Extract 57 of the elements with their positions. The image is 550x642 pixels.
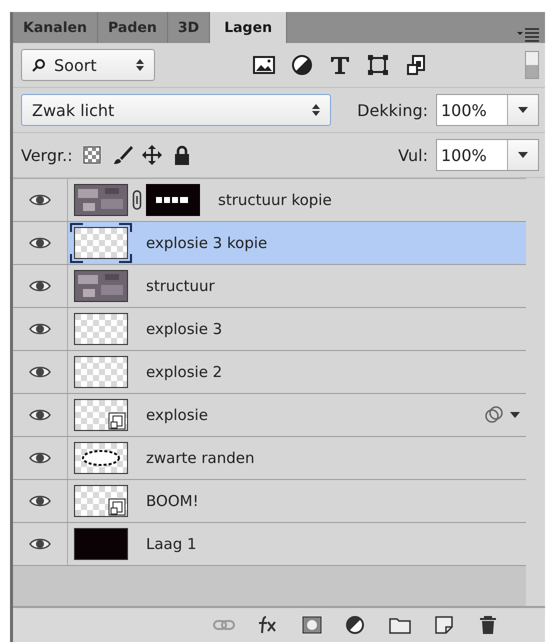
checker-icon[interactable] <box>80 144 103 166</box>
eye-icon[interactable] <box>29 408 51 422</box>
layer-name: BOOM! <box>146 492 199 510</box>
layer-row[interactable]: structuur kopie <box>13 179 526 222</box>
updown-arrows-icon <box>312 104 320 116</box>
blend-mode-dropdown[interactable]: Zwak licht <box>21 94 331 126</box>
eye-icon[interactable] <box>29 494 51 508</box>
opacity-label: Dekking: <box>357 100 428 120</box>
caret-icon <box>510 412 520 418</box>
eye-icon[interactable] <box>29 236 51 250</box>
filter-dropdown[interactable]: Soort <box>21 49 155 81</box>
filter-toggle[interactable] <box>525 51 539 79</box>
updown-arrows-icon <box>136 59 144 71</box>
move-icon[interactable] <box>140 144 163 166</box>
eye-icon[interactable] <box>29 322 51 336</box>
panel-tab[interactable]: Lagen <box>210 12 288 43</box>
eye-icon[interactable] <box>29 537 51 551</box>
fill-field[interactable]: 100% <box>436 139 539 171</box>
lock-label: Vergr.: <box>21 146 73 164</box>
layer-name: explosie 3 <box>146 320 222 338</box>
layer-name: explosie <box>146 406 208 424</box>
layer-row[interactable]: explosie 3 kopie <box>13 222 526 265</box>
image-icon[interactable] <box>253 54 275 76</box>
half-circle-icon[interactable] <box>345 615 367 635</box>
layer-name: explosie 2 <box>146 363 222 381</box>
mask-icon[interactable] <box>301 615 323 635</box>
layer-name: zwarte randen <box>146 449 255 467</box>
layer-name: explosie 3 kopie <box>146 234 268 252</box>
layer-row[interactable]: zwarte randen <box>13 437 526 480</box>
eye-icon[interactable] <box>29 193 51 207</box>
smart-object-icon[interactable] <box>405 54 427 76</box>
menu-icon[interactable] <box>517 27 539 43</box>
fill-label: Vul: <box>398 146 428 164</box>
caret-icon <box>518 107 528 113</box>
layer-row[interactable]: explosie 2 <box>13 351 526 394</box>
search-icon <box>32 58 46 72</box>
half-circle-icon[interactable] <box>291 54 313 76</box>
new-layer-icon[interactable] <box>433 615 455 635</box>
transform-icon[interactable] <box>367 54 389 76</box>
mask-thumbnail <box>146 184 200 216</box>
layer-row[interactable]: explosie <box>13 394 526 437</box>
trash-icon[interactable] <box>477 615 499 635</box>
eye-icon[interactable] <box>29 365 51 379</box>
layer-row[interactable]: BOOM! <box>13 480 526 523</box>
effects-icon[interactable] <box>484 405 504 425</box>
layer-row[interactable]: explosie 3 <box>13 308 526 351</box>
caret-icon <box>518 152 528 158</box>
layer-name: Laag 1 <box>146 535 197 553</box>
layer-name: structuur kopie <box>218 191 332 209</box>
eye-icon[interactable] <box>29 451 51 465</box>
type-icon[interactable] <box>329 54 351 76</box>
layer-name: structuur <box>146 277 215 295</box>
chain-icon[interactable] <box>132 190 142 210</box>
layer-row[interactable]: Laag 1 <box>13 523 526 566</box>
layer-row[interactable]: structuur <box>13 265 526 308</box>
opacity-field[interactable]: 100% <box>436 94 539 126</box>
eye-icon[interactable] <box>29 279 51 293</box>
